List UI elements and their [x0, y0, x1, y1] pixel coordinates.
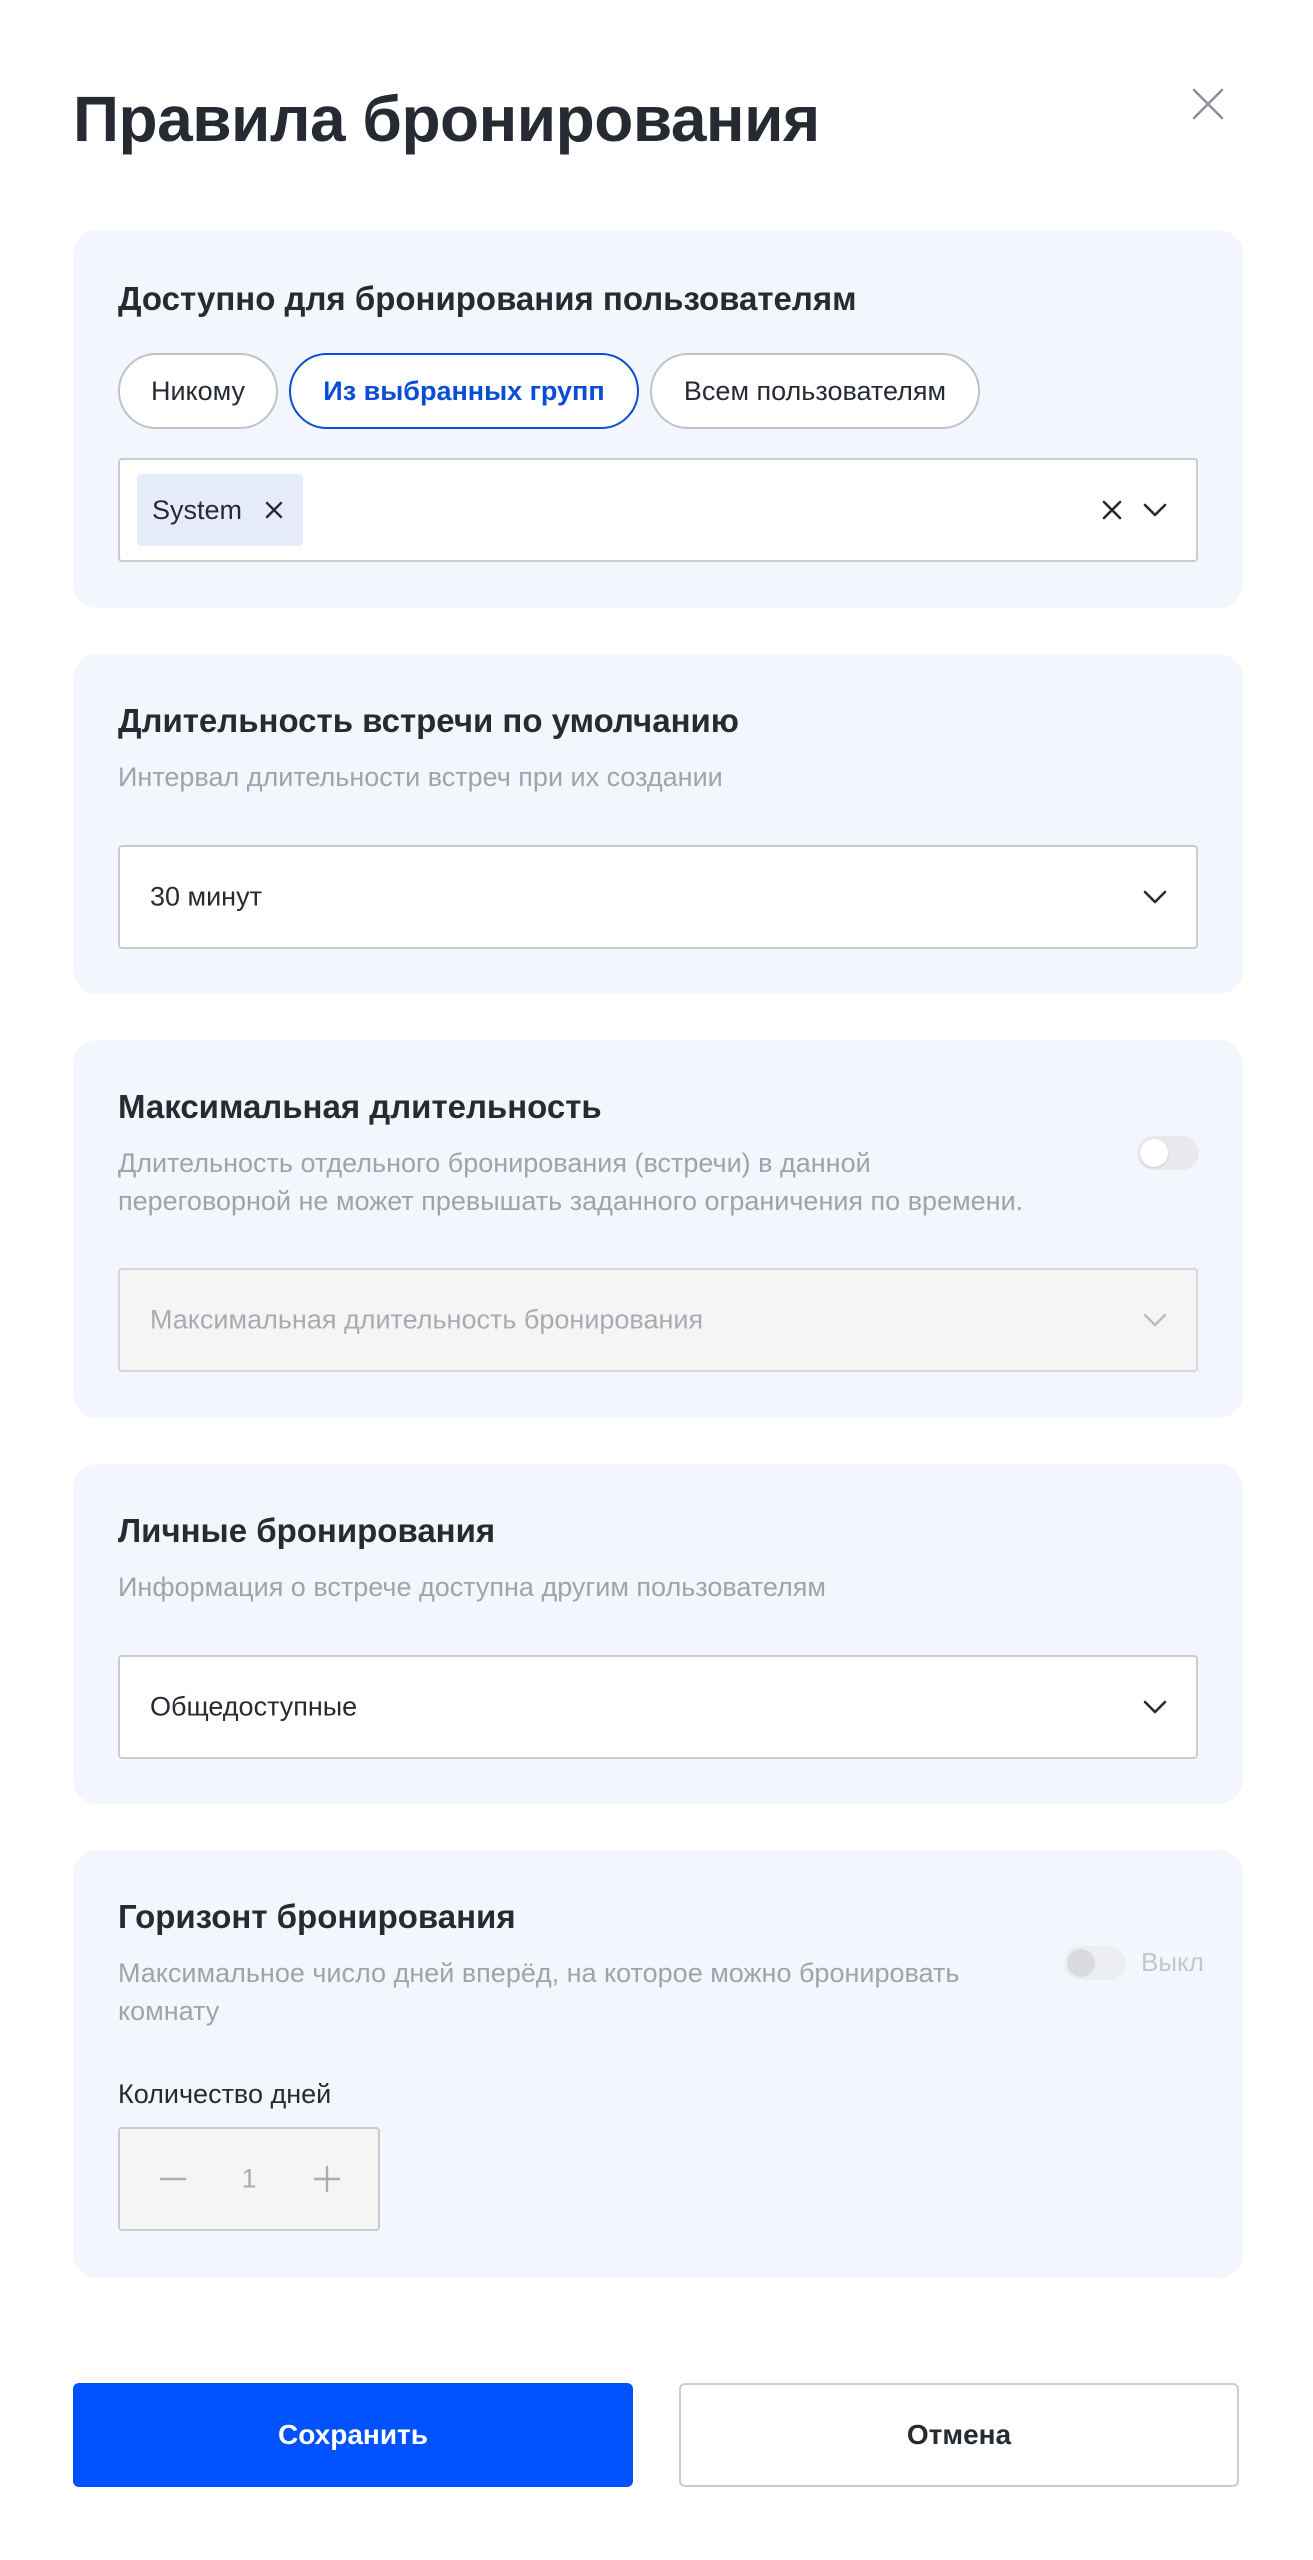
group-chip-label: System	[152, 494, 243, 525]
max-duration-placeholder: Максимальная длительность бронирования	[150, 1304, 704, 1335]
max-duration-description-line1: Длительность отдельного бронирования (вс…	[118, 1148, 871, 1178]
personal-bookings-description: Информация о встрече доступна другим пол…	[118, 1572, 826, 1602]
personal-bookings-value: Общедоступные	[150, 1691, 358, 1722]
group-chip: System	[137, 474, 303, 546]
max-duration-card: Максимальная длительность Длительность о…	[73, 1040, 1243, 1418]
booking-horizon-card: Горизонт бронирования Максимальное число…	[73, 1850, 1243, 2278]
close-button[interactable]	[1186, 82, 1230, 126]
max-duration-description-line2: переговорной не может превышать заданног…	[118, 1186, 1024, 1216]
close-icon[interactable]	[1186, 82, 1230, 126]
toggle-knob	[1140, 1139, 1168, 1167]
max-duration-toggle[interactable]	[1137, 1136, 1199, 1170]
booking-horizon-toggle-label: Выкл	[1141, 1947, 1204, 1977]
personal-bookings-card: Личные бронирования Информация о встрече…	[73, 1464, 1243, 1804]
days-count-label: Количество дней	[118, 2079, 332, 2109]
chip-remove-icon[interactable]	[263, 499, 285, 521]
clear-icon[interactable]	[1100, 498, 1124, 522]
days-count-stepper[interactable]: 1	[118, 2127, 380, 2231]
booking-horizon-description: Максимальное число дней вперёд, на котор…	[118, 1954, 959, 2030]
access-title: Доступно для бронирования пользователям	[118, 280, 857, 317]
default-duration-description: Интервал длительности встреч при их созд…	[118, 762, 723, 792]
chevron-down-icon[interactable]	[1142, 1307, 1168, 1333]
access-option-all-users[interactable]: Всем пользователям	[650, 353, 980, 429]
max-duration-select[interactable]: Максимальная длительность бронирования	[118, 1268, 1198, 1372]
chevron-down-icon[interactable]	[1142, 1694, 1168, 1720]
personal-bookings-select[interactable]: Общедоступные	[118, 1655, 1198, 1759]
toggle-knob	[1067, 1949, 1095, 1977]
access-option-selected-groups[interactable]: Из выбранных групп	[289, 353, 639, 429]
default-duration-card: Длительность встречи по умолчанию Интерв…	[73, 654, 1243, 994]
plus-icon[interactable]	[312, 2164, 342, 2194]
booking-horizon-description-line2: комнату	[118, 1996, 220, 2026]
default-duration-value: 30 минут	[150, 881, 262, 912]
booking-horizon-toggle[interactable]	[1064, 1946, 1126, 1980]
max-duration-title: Максимальная длительность	[118, 1088, 602, 1125]
access-card: Доступно для бронирования пользователям …	[73, 230, 1243, 608]
chevron-down-icon[interactable]	[1142, 497, 1168, 523]
access-option-nobody[interactable]: Никому	[118, 353, 278, 429]
booking-rules-dialog: Правила бронирования Доступно для бронир…	[0, 0, 1313, 2560]
booking-horizon-title: Горизонт бронирования	[118, 1898, 516, 1935]
max-duration-description: Длительность отдельного бронирования (вс…	[118, 1144, 1023, 1220]
chevron-down-icon[interactable]	[1142, 884, 1168, 910]
groups-select[interactable]: System	[118, 458, 1198, 562]
cancel-button[interactable]: Отмена	[679, 2383, 1239, 2487]
dialog-title: Правила бронирования	[73, 83, 820, 155]
default-duration-select[interactable]: 30 минут	[118, 845, 1198, 949]
personal-bookings-title: Личные бронирования	[118, 1512, 496, 1549]
booking-horizon-description-line1: Максимальное число дней вперёд, на котор…	[118, 1958, 960, 1988]
save-button[interactable]: Сохранить	[73, 2383, 633, 2487]
default-duration-title: Длительность встречи по умолчанию	[118, 702, 739, 739]
